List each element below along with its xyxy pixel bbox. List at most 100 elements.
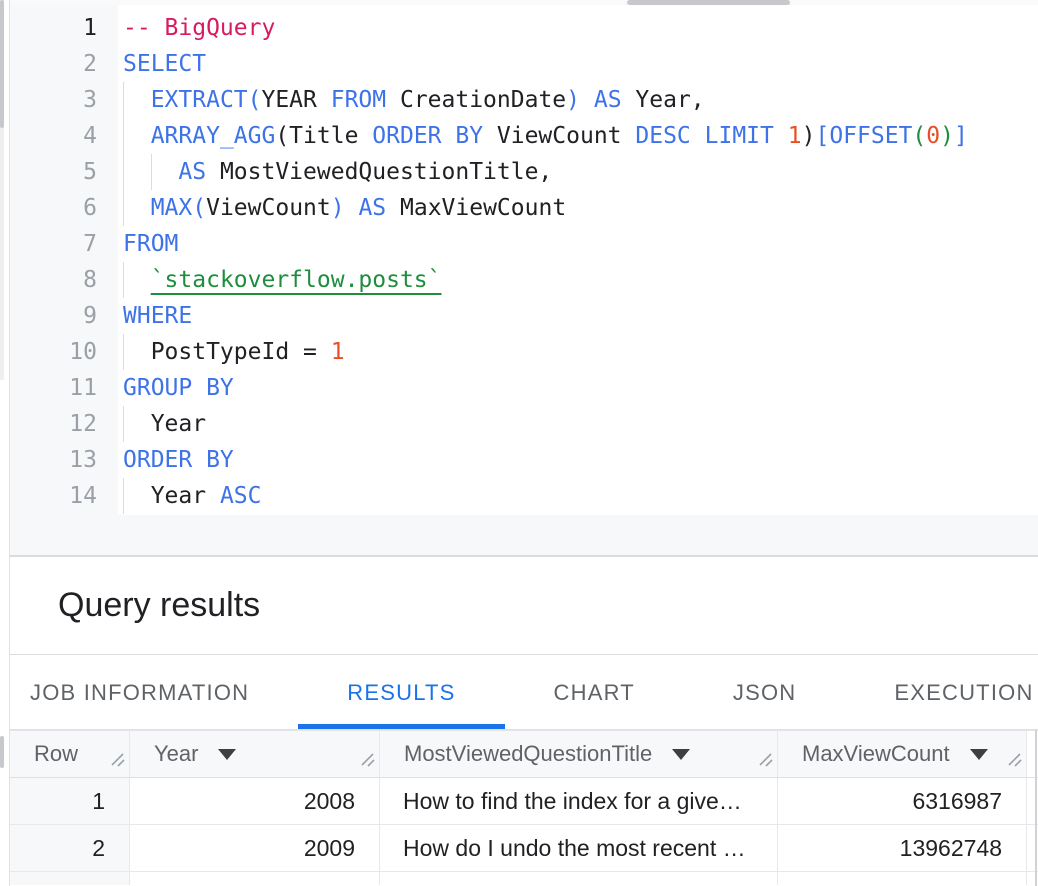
code-token: ASC	[220, 483, 262, 509]
code-token: MAX	[151, 195, 193, 221]
table-cell: 13962748	[778, 825, 1027, 871]
code-token: )	[566, 87, 580, 113]
code-line[interactable]: 9WHERE	[10, 298, 1038, 334]
results-right-scrollbar[interactable]	[1035, 730, 1037, 886]
sort-dropdown-icon[interactable]	[218, 749, 236, 760]
table-row-partial	[10, 872, 1038, 885]
tab-label: JOB INFORMATION	[30, 680, 249, 706]
code-text: WHERE	[118, 298, 192, 334]
column-header-mostviewedquestiontitle: MostViewedQuestionTitle	[380, 731, 778, 777]
tab-json[interactable]: JSON	[684, 656, 845, 729]
code-line[interactable]: 12 Year	[10, 406, 1038, 442]
column-header-maxviewcount: MaxViewCount	[778, 731, 1027, 777]
tab-chart[interactable]: CHART	[505, 656, 684, 729]
code-token: (	[912, 123, 926, 149]
code-token: SELECT	[123, 51, 206, 77]
indent-guide	[123, 406, 124, 442]
line-number: 3	[10, 82, 118, 118]
code-text: ARRAY_AGG(Title ORDER BY ViewCount DESC …	[118, 118, 968, 154]
code-token	[123, 195, 151, 221]
line-number: 9	[10, 298, 118, 334]
tab-execution-details[interactable]: EXECUTION DETAILS	[845, 656, 1038, 729]
scrollbar-thumb[interactable]	[0, 0, 4, 128]
code-token	[691, 123, 705, 149]
code-text: SELECT	[118, 46, 206, 82]
code-token: )	[940, 123, 954, 149]
code-lines[interactable]: 1-- BigQuery2SELECT3 EXTRACT(YEAR FROM C…	[10, 10, 1038, 514]
code-token: AS	[358, 195, 386, 221]
code-line[interactable]: 10 PostTypeId = 1	[10, 334, 1038, 370]
code-token	[317, 87, 331, 113]
code-token: PostTypeId =	[123, 339, 331, 365]
code-token: -- BigQuery	[123, 15, 275, 41]
code-token	[123, 267, 151, 293]
code-line[interactable]: 3 EXTRACT(YEAR FROM CreationDate) AS Yea…	[10, 82, 1038, 118]
column-resize-grip-icon[interactable]	[1006, 747, 1022, 773]
indent-guide	[123, 118, 124, 154]
code-token: YEAR	[261, 87, 316, 113]
line-number: 13	[10, 442, 118, 478]
column-header-label: Year	[130, 741, 198, 767]
column-resize-grip-icon[interactable]	[757, 747, 773, 773]
code-token: ViewCount	[206, 195, 331, 221]
code-line[interactable]: 11GROUP BY	[10, 370, 1038, 406]
table-cell: 1	[10, 778, 130, 824]
column-header-label: MostViewedQuestionTitle	[380, 741, 652, 767]
column-resize-grip-icon[interactable]	[359, 747, 375, 773]
indent-guide	[123, 262, 124, 298]
code-line[interactable]: 2SELECT	[10, 46, 1038, 82]
code-text: Year ASC	[118, 478, 261, 514]
table-cell	[778, 872, 1027, 885]
line-number: 12	[10, 406, 118, 442]
code-token: [	[815, 123, 829, 149]
line-number: 1	[10, 10, 118, 46]
tab-results[interactable]: RESULTS	[298, 656, 504, 729]
tab-label: JSON	[733, 680, 796, 706]
code-token: ARRAY_AGG	[151, 123, 276, 149]
code-line[interactable]: 5 AS MostViewedQuestionTitle,	[10, 154, 1038, 190]
sort-dropdown-icon[interactable]	[970, 749, 988, 760]
table-cell	[130, 872, 380, 885]
code-token: MostViewedQuestionTitle,	[206, 159, 552, 185]
code-token	[123, 123, 151, 149]
code-token: EXTRACT(	[151, 87, 262, 113]
code-line[interactable]: 14 Year ASC	[10, 478, 1038, 514]
results-scrollbar-thumb[interactable]	[0, 736, 4, 768]
code-text: AS MostViewedQuestionTitle,	[118, 154, 552, 190]
table-cell: 2009	[130, 825, 380, 871]
results-tab-bar[interactable]: JOB INFORMATION RESULTS CHART JSON EXECUTION…	[10, 656, 1038, 730]
indent-guide	[123, 82, 124, 118]
line-number: 2	[10, 46, 118, 82]
table-reference-link[interactable]: `stackoverflow.posts`	[151, 267, 442, 293]
indent-guide	[123, 478, 124, 514]
column-resize-grip-icon[interactable]	[109, 747, 125, 773]
code-line[interactable]: 13ORDER BY	[10, 442, 1038, 478]
code-line[interactable]: 4 ARRAY_AGG(Title ORDER BY ViewCount DES…	[10, 118, 1038, 154]
column-header-label: MaxViewCount	[778, 741, 950, 767]
column-header-year: Year	[130, 731, 380, 777]
table-cell: How do I undo the most recent …	[380, 825, 778, 871]
tab-job-information[interactable]: JOB INFORMATION	[10, 656, 298, 729]
tab-label: EXECUTION DETAILS	[894, 680, 1038, 706]
table-cell: How to find the index for a give…	[380, 778, 778, 824]
code-line[interactable]: 7FROM	[10, 226, 1038, 262]
line-number: 8	[10, 262, 118, 298]
code-token: ]	[954, 123, 968, 149]
code-token: MaxViewCount	[386, 195, 566, 221]
code-token: 1	[788, 123, 802, 149]
table-row: 22009How do I undo the most recent …1396…	[10, 825, 1038, 872]
code-line[interactable]: 8 `stackoverflow.posts`	[10, 262, 1038, 298]
sql-editor[interactable]: 1-- BigQuery2SELECT3 EXTRACT(YEAR FROM C…	[10, 5, 1038, 515]
code-text: `stackoverflow.posts`	[118, 262, 442, 298]
code-token: FROM	[123, 231, 178, 257]
code-token: LIMIT	[705, 123, 774, 149]
line-number: 14	[10, 478, 118, 514]
indent-guide	[123, 190, 124, 226]
code-line[interactable]: 1-- BigQuery	[10, 10, 1038, 46]
code-token: 1	[331, 339, 345, 365]
code-line[interactable]: 6 MAX(ViewCount) AS MaxViewCount	[10, 190, 1038, 226]
code-token: )	[331, 195, 345, 221]
sort-dropdown-icon[interactable]	[672, 749, 690, 760]
tab-label: CHART	[554, 680, 635, 706]
table-header-row: RowYearMostViewedQuestionTitleMaxViewCou…	[10, 730, 1038, 778]
